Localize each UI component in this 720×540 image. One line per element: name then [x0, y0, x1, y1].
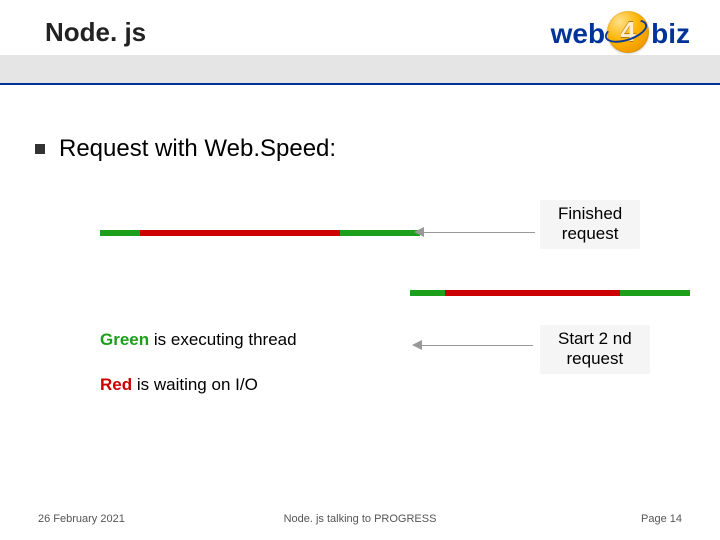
logo-text-right: biz [651, 18, 690, 50]
bullet-row: Request with Web.Speed: [35, 135, 336, 163]
arrow-head-left-icon [414, 227, 424, 237]
timeline-seg-green [100, 230, 140, 236]
timeline-row-1 [100, 230, 420, 236]
label-finished-request: Finished request [540, 200, 640, 249]
timeline-seg-green [410, 290, 445, 296]
legend-green-rest: is executing thread [149, 330, 296, 349]
legend-green: Green is executing thread [100, 330, 297, 350]
arrow-head-left-icon [412, 340, 422, 350]
bullet-icon [35, 144, 45, 154]
footer-page: Page 14 [641, 513, 682, 525]
timeline-seg-green [620, 290, 690, 296]
timeline-seg-red [140, 230, 340, 236]
arrow-line [420, 232, 535, 233]
header-band [0, 55, 720, 85]
footer-center: Node. js talking to PROGRESS [284, 513, 437, 525]
footer-date: 26 February 2021 [38, 513, 125, 525]
legend-red-rest: is waiting on I/O [132, 375, 258, 394]
timeline-seg-red [445, 290, 620, 296]
logo-orb-icon: 4 [607, 11, 649, 53]
slide: Node. js web 4 biz Request with Web.Spee… [0, 0, 720, 540]
legend-green-word: Green [100, 330, 149, 349]
legend-red-word: Red [100, 375, 132, 394]
arrow-line [418, 345, 533, 346]
bullet-text: Request with Web.Speed: [59, 135, 336, 163]
legend-red: Red is waiting on I/O [100, 375, 258, 395]
timeline-seg-green [340, 230, 420, 236]
footer: 26 February 2021 Node. js talking to PRO… [0, 513, 720, 525]
logo: web 4 biz [551, 13, 690, 55]
label-start-2nd-request: Start 2 nd request [540, 325, 650, 374]
timeline-row-2 [410, 290, 690, 296]
slide-title: Node. js [45, 17, 146, 48]
logo-text-left: web [551, 18, 605, 50]
